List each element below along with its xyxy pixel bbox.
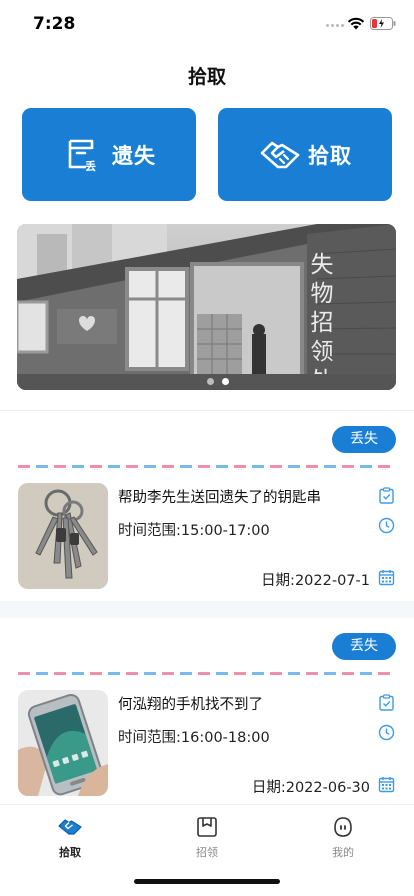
banner-sign-text: 失物招领处 (306, 252, 334, 390)
item-card[interactable]: 丢失 帮助李先生送回遗失了的钥匙串 时间范围:15:00-17:00 日期:20… (0, 411, 414, 601)
clock-icon (378, 517, 395, 534)
card-gap (0, 601, 414, 619)
carousel-dot-2[interactable] (222, 378, 229, 385)
clipboard-check-icon (379, 487, 394, 504)
tab-profile[interactable]: 我的 (303, 815, 383, 860)
calendar-icon (378, 777, 395, 793)
lost-box-icon-badge: 丢 (85, 159, 96, 173)
keys-photo (18, 483, 108, 589)
status-bar: 7:28 (0, 0, 414, 44)
tab-label: 拾取 (59, 846, 81, 859)
battery-icon (370, 17, 396, 30)
lost-button[interactable]: 丢 遗失 (22, 108, 196, 201)
clock-icon (378, 724, 395, 741)
lost-and-found-office-photo: 失物招领处 (17, 224, 396, 390)
item-time-range: 时间范围:16:00-18:00 (118, 730, 270, 746)
page-title: 拾取 (187, 66, 226, 88)
calendar-icon (378, 570, 395, 586)
carousel-dot-1[interactable] (207, 378, 214, 385)
tab-pickup[interactable]: 拾取 (30, 815, 110, 860)
airmail-divider (18, 465, 396, 468)
carousel-indicator[interactable] (207, 370, 237, 389)
item-date: 日期:2022-06-30 (251, 780, 370, 796)
item-date: 日期:2022-07-1 (261, 573, 370, 589)
found-button[interactable]: 拾取 (218, 108, 392, 201)
item-title: 何泓翔的手机找不到了 (118, 697, 263, 713)
banner-carousel[interactable]: 失物招领处 (17, 224, 396, 390)
item-title: 帮助李先生送回遗失了的钥匙串 (118, 490, 321, 506)
clipboard-check-icon (379, 694, 394, 711)
cellular-signal-icon (326, 24, 346, 30)
profile-tab-icon (334, 817, 352, 837)
item-time-range: 时间范围:15:00-17:00 (118, 523, 270, 539)
box-tab-icon (197, 817, 217, 837)
home-indicator (134, 879, 280, 884)
tab-label: 我的 (332, 846, 354, 859)
lost-tag-button[interactable]: 丢失 (332, 426, 396, 453)
handshake-tab-icon (58, 819, 82, 835)
handshake-icon (258, 133, 302, 177)
item-card[interactable]: 丢失 何泓翔的手机找不到了 时间范围:16:00-18:00 日期:2022-0… (0, 618, 414, 808)
found-button-label: 拾取 (308, 143, 352, 168)
tab-claim[interactable]: 招领 (167, 815, 247, 860)
tab-label: 招领 (196, 846, 218, 859)
phone-photo (18, 690, 108, 796)
status-time: 7:28 (33, 14, 76, 34)
lost-box-icon: 丢 (62, 133, 106, 177)
wifi-icon (347, 17, 365, 30)
airmail-divider (18, 672, 396, 675)
lost-tag-button[interactable]: 丢失 (332, 633, 396, 660)
lost-button-label: 遗失 (112, 143, 156, 168)
